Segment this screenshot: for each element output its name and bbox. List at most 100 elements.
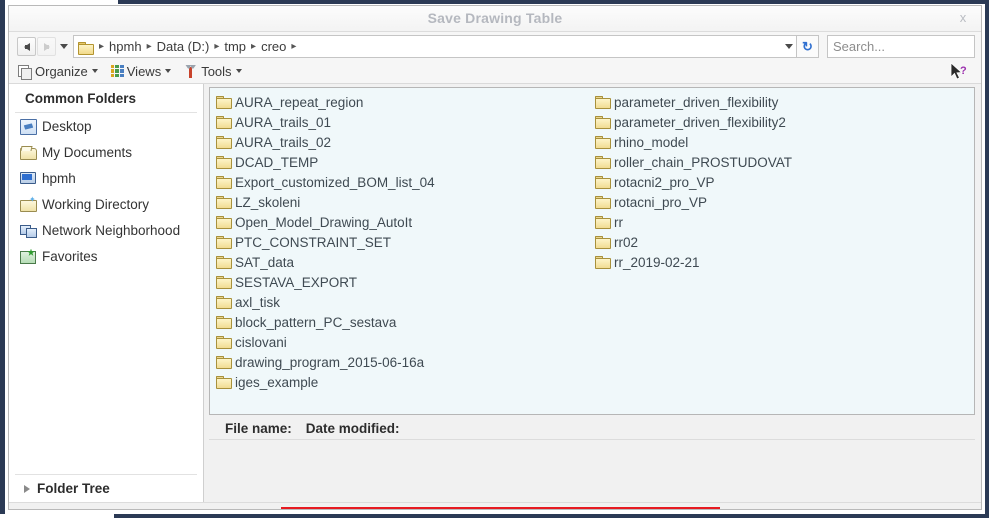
highlight-box bbox=[281, 507, 720, 509]
file-list-item[interactable]: axl_tisk bbox=[216, 292, 595, 312]
window-outer-border-top-gap bbox=[0, 0, 118, 4]
folder-icon bbox=[216, 236, 232, 249]
file-list-item-label: rotacni_pro_VP bbox=[614, 194, 708, 210]
breadcrumb-item-2[interactable]: tmp bbox=[223, 39, 247, 54]
folder-icon bbox=[216, 256, 232, 269]
folder-icon bbox=[595, 236, 611, 249]
network-icon bbox=[20, 223, 37, 238]
file-list-item[interactable]: AURA_trails_02 bbox=[216, 132, 595, 152]
toolbar: Organize Views Tools ? bbox=[9, 59, 981, 84]
history-chevron-down-icon[interactable] bbox=[60, 44, 68, 49]
file-list-item-label: rr02 bbox=[614, 234, 639, 250]
arrow-left-icon bbox=[23, 42, 30, 51]
views-label: Views bbox=[126, 63, 162, 79]
folder-icon bbox=[216, 156, 232, 169]
sidebar-item-my-documents[interactable]: My Documents bbox=[9, 139, 203, 165]
chevron-down-icon bbox=[165, 69, 172, 73]
title-bar: Save Drawing Table x bbox=[9, 6, 981, 32]
screen: Save Drawing Table x ▸ hpmh ▸ Data (D:) … bbox=[0, 0, 989, 518]
breadcrumb-item-1[interactable]: Data (D:) bbox=[156, 39, 211, 54]
sidebar-item-label: My Documents bbox=[42, 144, 133, 160]
file-list-item[interactable]: SAT_data bbox=[216, 252, 595, 272]
file-list-item[interactable]: rhino_model bbox=[595, 132, 974, 152]
sidebar-item-network-neighborhood[interactable]: Network Neighborhood bbox=[9, 217, 203, 243]
file-list-item[interactable]: LZ_skoleni bbox=[216, 192, 595, 212]
organize-menu[interactable]: Organize bbox=[18, 64, 98, 80]
file-list-item[interactable]: rr_2019-02-21 bbox=[595, 252, 974, 272]
file-list[interactable]: AURA_repeat_region AURA_trails_01 AURA_tra… bbox=[209, 87, 975, 415]
search-input[interactable]: Search... bbox=[827, 35, 975, 58]
file-list-item-label: AURA_trails_01 bbox=[235, 114, 332, 130]
folder-icon bbox=[216, 196, 232, 209]
file-list-item-label: drawing_program_2015-06-16a bbox=[235, 354, 425, 370]
file-list-item[interactable]: parameter_driven_flexibility bbox=[595, 92, 974, 112]
views-menu[interactable]: Views bbox=[110, 63, 172, 79]
folder-tree-label: Folder Tree bbox=[37, 481, 110, 496]
file-list-item[interactable]: Export_customized_BOM_list_04 bbox=[216, 172, 595, 192]
working-directory-icon bbox=[20, 197, 37, 212]
breadcrumb-item-0[interactable]: hpmh bbox=[108, 39, 143, 54]
file-list-item[interactable]: cislovani bbox=[216, 332, 595, 352]
tools-menu[interactable]: Tools bbox=[184, 64, 242, 79]
file-list-item[interactable]: rr bbox=[595, 212, 974, 232]
file-list-item[interactable]: SESTAVA_EXPORT bbox=[216, 272, 595, 292]
file-list-item[interactable]: rr02 bbox=[595, 232, 974, 252]
sidebar-item-hpmh[interactable]: hpmh bbox=[9, 165, 203, 191]
folder-icon bbox=[595, 156, 611, 169]
file-list-item-label: rotacni2_pro_VP bbox=[614, 174, 715, 190]
breadcrumb-separator: ▸ bbox=[146, 41, 152, 52]
folder-icon bbox=[216, 216, 232, 229]
file-list-item[interactable]: rotacni_pro_VP bbox=[595, 192, 974, 212]
file-list-item[interactable]: parameter_driven_flexibility2 bbox=[595, 112, 974, 132]
file-list-item[interactable]: AURA_repeat_region bbox=[216, 92, 595, 112]
breadcrumb[interactable]: ▸ hpmh ▸ Data (D:) ▸ tmp ▸ creo ▸ bbox=[73, 35, 797, 58]
dialog-body: Common Folders Desktop My Documents hpmh… bbox=[9, 84, 981, 502]
refresh-icon[interactable]: ↻ bbox=[797, 35, 819, 58]
file-list-item[interactable]: DCAD_TEMP bbox=[216, 152, 595, 172]
chevron-down-icon bbox=[235, 69, 242, 73]
file-list-item-label: LZ_skoleni bbox=[235, 194, 301, 210]
address-bar: ▸ hpmh ▸ Data (D:) ▸ tmp ▸ creo ▸ ↻ Sear… bbox=[9, 32, 981, 59]
file-list-item[interactable]: drawing_program_2015-06-16a bbox=[216, 352, 595, 372]
file-list-item[interactable]: block_pattern_PC_sestava bbox=[216, 312, 595, 332]
triangle-right-icon bbox=[24, 484, 30, 493]
sidebar-item-working-directory[interactable]: Working Directory bbox=[9, 191, 203, 217]
folder-icon bbox=[216, 296, 232, 309]
file-browser-pane: AURA_repeat_region AURA_trails_01 AURA_tra… bbox=[204, 84, 981, 502]
forward-button[interactable] bbox=[37, 37, 56, 56]
file-list-item-label: SESTAVA_EXPORT bbox=[235, 274, 358, 290]
svg-text:?: ? bbox=[960, 65, 967, 77]
sidebar-item-label: Working Directory bbox=[42, 196, 150, 212]
file-list-item-label: AURA_trails_02 bbox=[235, 134, 332, 150]
sidebar-item-favorites[interactable]: Favorites bbox=[9, 243, 203, 269]
dialog-footer: File name Type Text File (*.txt) Save Ca… bbox=[9, 502, 981, 509]
folder-icon bbox=[595, 256, 611, 269]
close-icon[interactable]: x bbox=[955, 10, 971, 26]
folder-tree-toggle[interactable]: Folder Tree bbox=[15, 474, 197, 502]
sidebar-item-desktop[interactable]: Desktop bbox=[9, 113, 203, 139]
file-list-item-label: Export_customized_BOM_list_04 bbox=[235, 174, 435, 190]
breadcrumb-separator: ▸ bbox=[251, 41, 257, 52]
file-list-item-label: iges_example bbox=[235, 374, 319, 390]
folder-icon bbox=[216, 116, 232, 129]
file-list-item[interactable]: roller_chain_PROSTUDOVAT bbox=[595, 152, 974, 172]
column-header-file-name[interactable]: File name: bbox=[225, 421, 292, 436]
file-list-item-label: parameter_driven_flexibility bbox=[614, 94, 779, 110]
file-list-item[interactable]: iges_example bbox=[216, 372, 595, 392]
file-list-item-label: block_pattern_PC_sestava bbox=[235, 314, 397, 330]
breadcrumb-item-3[interactable]: creo bbox=[260, 39, 287, 54]
folder-icon bbox=[595, 136, 611, 149]
file-list-item[interactable]: AURA_trails_01 bbox=[216, 112, 595, 132]
save-drawing-table-dialog: Save Drawing Table x ▸ hpmh ▸ Data (D:) … bbox=[8, 5, 982, 510]
file-list-item[interactable]: Open_Model_Drawing_AutoIt bbox=[216, 212, 595, 232]
sidebar-item-label: Network Neighborhood bbox=[42, 222, 181, 238]
file-list-item[interactable]: PTC_CONSTRAINT_SET bbox=[216, 232, 595, 252]
views-icon bbox=[110, 65, 124, 77]
folder-icon bbox=[216, 356, 232, 369]
back-button[interactable] bbox=[17, 37, 36, 56]
breadcrumb-separator: ▸ bbox=[99, 41, 105, 52]
file-list-item[interactable]: rotacni2_pro_VP bbox=[595, 172, 974, 192]
breadcrumb-chevron-down-icon[interactable] bbox=[785, 44, 793, 49]
column-header-date-modified[interactable]: Date modified: bbox=[306, 421, 400, 436]
file-list-item-label: parameter_driven_flexibility2 bbox=[614, 114, 786, 130]
